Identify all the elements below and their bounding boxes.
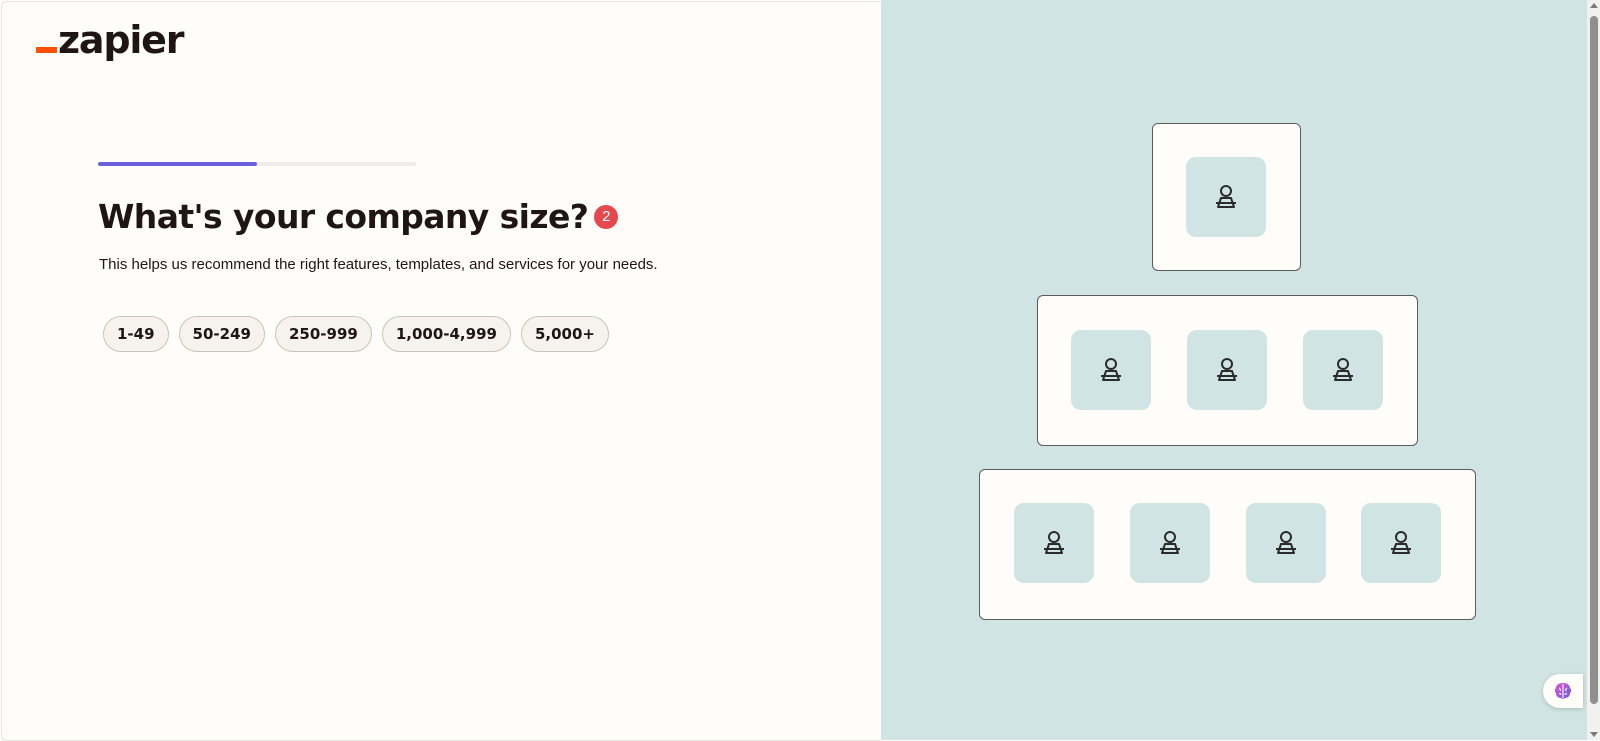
logo-underscore-mark: [36, 47, 57, 53]
option-1000-4999[interactable]: 1,000-4,999: [381, 316, 511, 352]
person-at-desk-icon: [1361, 503, 1441, 583]
logo-wordmark: zapier: [58, 18, 185, 62]
person-at-desk-icon: [1130, 503, 1210, 583]
person-at-desk-icon: [1187, 330, 1267, 410]
company-size-illustration: [881, 0, 1587, 740]
option-50-249[interactable]: 50-249: [178, 316, 265, 352]
person-at-desk-icon: [1246, 503, 1326, 583]
onboarding-progress-bar: [98, 162, 416, 166]
person-at-desk-icon: [1186, 157, 1266, 237]
onboarding-form-pane: zapier What's your company size? 2 This …: [1, 1, 881, 741]
scrollbar-thumb[interactable]: [1590, 16, 1598, 704]
page-title: What's your company size?: [98, 197, 589, 236]
question-heading: What's your company size? 2: [98, 197, 619, 236]
person-at-desk-icon: [1303, 330, 1383, 410]
ai-assistant-button[interactable]: [1543, 674, 1583, 708]
scroll-down-arrow-icon[interactable]: [1590, 732, 1598, 737]
scroll-up-arrow-icon[interactable]: [1590, 3, 1598, 8]
progress-fill: [98, 162, 257, 166]
option-1-49[interactable]: 1-49: [103, 316, 169, 352]
illustration-tier-1: [1152, 123, 1301, 271]
illustration-tier-3: [979, 469, 1476, 620]
question-subtitle: This helps us recommend the right featur…: [99, 256, 658, 273]
notification-badge: 2: [594, 204, 619, 229]
option-250-999[interactable]: 250-999: [274, 316, 372, 352]
company-size-options: 1-49 50-249 250-999 1,000-4,999 5,000+: [103, 316, 609, 352]
brain-icon: [1554, 683, 1572, 699]
person-at-desk-icon: [1014, 503, 1094, 583]
illustration-tier-2: [1037, 295, 1418, 446]
option-5000-plus[interactable]: 5,000+: [520, 316, 609, 352]
person-at-desk-icon: [1071, 330, 1151, 410]
vertical-scrollbar[interactable]: [1587, 0, 1600, 740]
